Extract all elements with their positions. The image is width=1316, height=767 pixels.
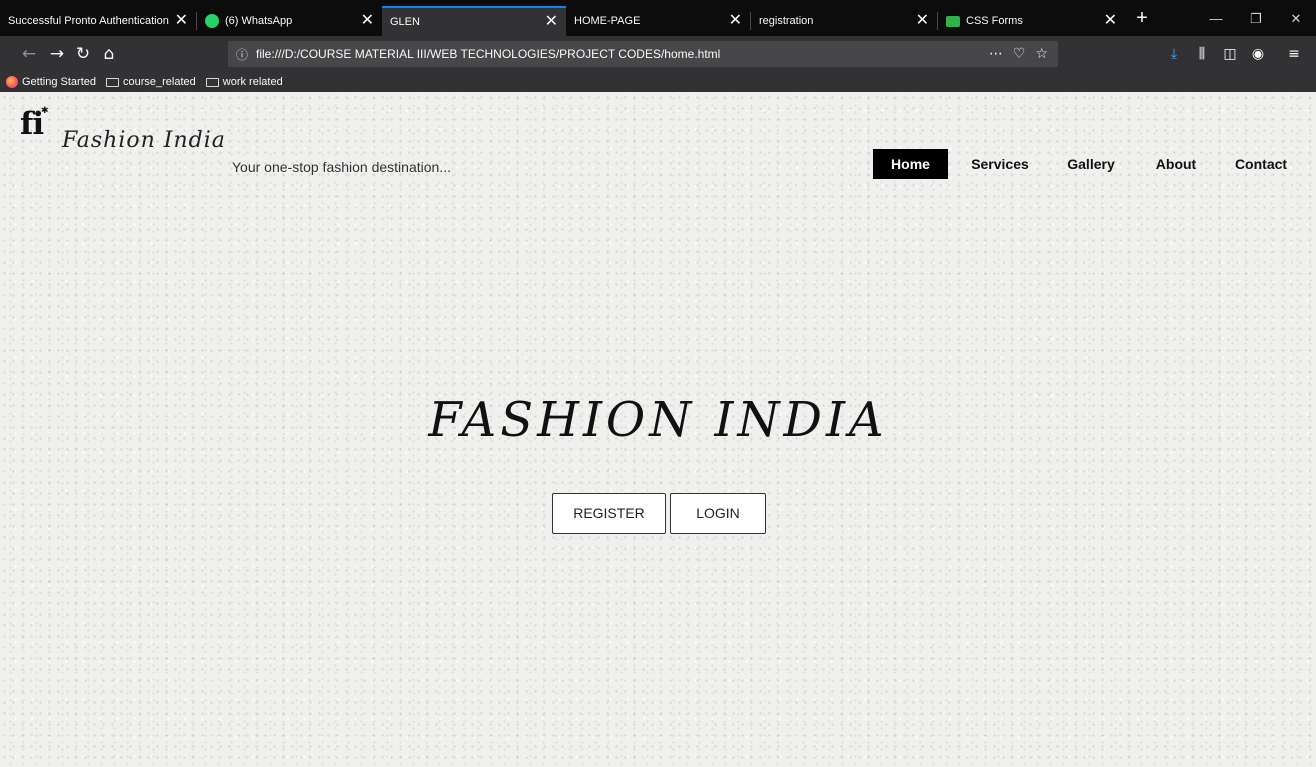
navigation-toolbar: ← → ↻ ⌂ ⓘ file:///D:/COURSE MATERIAL III… (0, 36, 1316, 72)
close-icon[interactable]: ✕ (361, 13, 374, 29)
library-icon[interactable]: ⫼ (1192, 45, 1212, 63)
site-tagline: Your one-stop fashion destination... (232, 159, 451, 175)
address-bar[interactable]: ⓘ file:///D:/COURSE MATERIAL III/WEB TEC… (228, 41, 1058, 67)
bookmark-label: Getting Started (22, 76, 96, 88)
page-content: fi ✱ Fashion India Your one-stop fashion… (0, 92, 1316, 767)
download-icon[interactable]: ⤓ (1164, 45, 1184, 63)
nav-services[interactable]: Services (965, 149, 1035, 179)
logo-star-icon: ✱ (41, 106, 49, 116)
css-icon (946, 15, 960, 27)
nav-home[interactable]: Home (873, 149, 948, 179)
tab-title: GLEN (390, 16, 420, 28)
whatsapp-icon (205, 14, 219, 28)
bookmark-label: work related (222, 76, 283, 88)
menu-icon[interactable]: ≡ (1284, 45, 1304, 63)
bookmark-label: course_related (123, 76, 196, 88)
tab-title: HOME-PAGE (574, 15, 641, 27)
home-icon[interactable]: ⌂ (98, 44, 120, 64)
page-actions-icon[interactable]: ⋯ (989, 46, 1003, 62)
tab-registration[interactable]: registration ✕ (751, 6, 937, 36)
nav-contact[interactable]: Contact (1229, 149, 1293, 179)
restore-button[interactable]: ❐ (1236, 6, 1276, 32)
forward-arrow-icon[interactable]: → (46, 44, 68, 64)
sidebar-icon[interactable]: ◫ (1220, 45, 1240, 63)
bookmark-work-related[interactable]: work related (205, 76, 283, 88)
tab-title: Successful Pronto Authentication (8, 15, 169, 27)
window-close-button[interactable]: ✕ (1276, 6, 1316, 32)
tab-bar: Successful Pronto Authentication ✕ (6) W… (0, 0, 1316, 36)
new-tab-button[interactable]: + (1128, 6, 1156, 32)
bookmark-getting-started[interactable]: Getting Started (6, 76, 96, 88)
firefox-icon (6, 76, 18, 88)
info-icon[interactable]: ⓘ (236, 46, 248, 63)
folder-icon (106, 77, 119, 87)
tab-title: registration (759, 15, 814, 27)
pocket-icon[interactable]: ♡ (1013, 46, 1026, 62)
login-button[interactable]: LOGIN (670, 493, 766, 534)
reload-icon[interactable]: ↻ (72, 44, 94, 64)
site-logo[interactable]: fi (20, 106, 44, 142)
nav-gallery[interactable]: Gallery (1061, 149, 1121, 179)
back-arrow-icon[interactable]: ← (18, 44, 40, 64)
nav-about[interactable]: About (1147, 149, 1205, 179)
hero-title: FASHION INDIA (428, 392, 888, 448)
close-icon[interactable]: ✕ (729, 13, 742, 29)
bookmark-course-related[interactable]: course_related (106, 76, 196, 88)
tab-pronto-auth[interactable]: Successful Pronto Authentication ✕ (0, 6, 196, 36)
close-icon[interactable]: ✕ (545, 14, 558, 30)
register-button[interactable]: REGISTER (552, 493, 666, 534)
account-icon[interactable]: ◉ (1248, 45, 1268, 63)
url-text[interactable]: file:///D:/COURSE MATERIAL III/WEB TECHN… (256, 47, 989, 61)
minimize-button[interactable]: — (1196, 6, 1236, 32)
tab-title: CSS Forms (966, 15, 1023, 27)
tab-css-forms[interactable]: CSS Forms ✕ (938, 6, 1125, 36)
close-icon[interactable]: ✕ (1104, 13, 1117, 29)
bookmark-star-icon[interactable]: ☆ (1035, 46, 1048, 62)
tab-glen[interactable]: GLEN ✕ (382, 6, 566, 36)
close-icon[interactable]: ✕ (916, 13, 929, 29)
tab-home-page[interactable]: HOME-PAGE ✕ (566, 6, 750, 36)
tab-whatsapp[interactable]: (6) WhatsApp ✕ (197, 6, 382, 36)
bookmarks-toolbar: Getting Started course_related work rela… (0, 72, 1316, 92)
folder-icon (205, 77, 219, 87)
tab-title: (6) WhatsApp (225, 15, 293, 27)
site-name: Fashion India (62, 128, 226, 153)
close-icon[interactable]: ✕ (175, 13, 188, 29)
